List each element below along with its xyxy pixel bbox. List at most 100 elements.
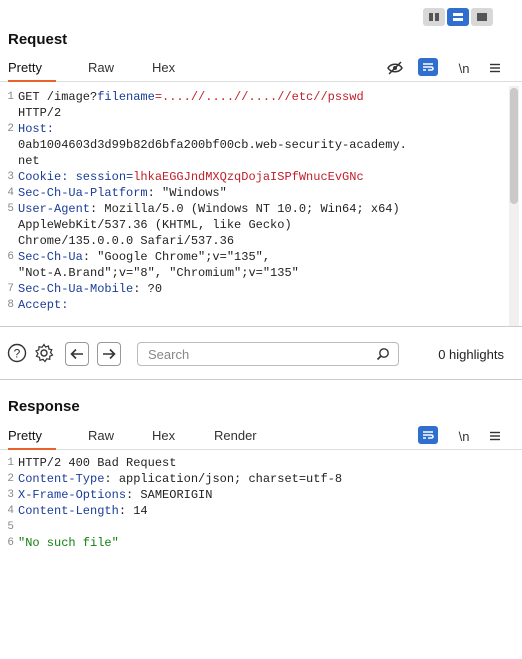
svg-text:?: ? (14, 347, 21, 361)
request-tab-bar: Pretty Raw Hex \n (0, 58, 522, 82)
newline-toggle[interactable]: \n (455, 426, 473, 446)
columns-layout-icon[interactable] (423, 8, 445, 26)
code-line: 5 (0, 519, 522, 535)
word-wrap-icon[interactable] (418, 58, 438, 76)
code-token: GET /image? (18, 90, 98, 104)
line-number (0, 217, 18, 233)
code-token: Cookie: session= (18, 170, 134, 184)
line-number (0, 137, 18, 153)
code-line: "Not-A.Brand";v="8", "Chromium";v="135" (0, 265, 522, 281)
code-token: Chrome/135.0.0.0 Safari/537.36 (18, 234, 235, 248)
response-tab-render[interactable]: Render (214, 426, 257, 450)
line-content: "No such file" (18, 535, 522, 551)
code-token: Sec-Ch-Ua (18, 250, 83, 264)
line-content: Chrome/135.0.0.0 Safari/537.36 (18, 233, 522, 249)
line-content: HTTP/2 400 Bad Request (18, 455, 522, 471)
line-content: Content-Type: application/json; charset=… (18, 471, 522, 487)
line-number: 5 (7, 521, 14, 533)
newline-toggle[interactable]: \n (455, 58, 473, 78)
line-content: 0ab1004603d3d99b82d6bfa200bf00cb.web-sec… (18, 137, 522, 153)
request-tab-hex[interactable]: Hex (152, 58, 175, 82)
layout-toggle (423, 8, 493, 26)
line-content: Sec-Ch-Ua-Platform: "Windows" (18, 185, 522, 201)
line-number: 4 (7, 505, 14, 517)
code-line: 2 Content-Type: application/json; charset… (0, 471, 522, 487)
line-content: HTTP/2 (18, 105, 522, 121)
code-line: 3 Cookie: session=lhkaEGGJndMXQzqDojaISPf… (0, 169, 522, 185)
line-number: 8 (7, 299, 14, 311)
code-line: 6 "No such file" (0, 535, 522, 551)
line-content: Cookie: session=lhkaEGGJndMXQzqDojaISPfW… (18, 169, 522, 185)
request-editor[interactable]: 1 GET /image?filename=....//....//....//e… (0, 89, 522, 326)
line-content: Sec-Ch-Ua: "Google Chrome";v="135", (18, 249, 522, 265)
request-tab-pretty[interactable]: Pretty (8, 58, 56, 82)
code-line: 6 Sec-Ch-Ua: "Google Chrome";v="135", (0, 249, 522, 265)
code-token: Sec-Ch-Ua-Platform (18, 186, 148, 200)
code-token: "Not-A.Brand";v="8", "Chromium";v="135" (18, 266, 299, 280)
code-token: : "Windows" (147, 186, 227, 200)
search-box (137, 342, 399, 366)
search-input[interactable] (138, 343, 358, 365)
code-line: 8 Accept: (0, 297, 522, 313)
code-token: =....//....//....//etc//psswd (154, 90, 364, 104)
back-arrow-icon[interactable] (65, 342, 89, 366)
request-title: Request (8, 31, 68, 48)
code-line: 4 Content-Length: 14 (0, 503, 522, 519)
line-number: 6 (7, 251, 14, 263)
code-line: 7 Sec-Ch-Ua-Mobile: ?0 (0, 281, 522, 297)
code-token: Content-Length (18, 504, 119, 518)
request-scrollbar[interactable] (509, 86, 519, 326)
single-panel-icon[interactable] (471, 8, 493, 26)
highlights-count: 0 highlights (438, 347, 504, 362)
code-token: X-Frame-Options (18, 488, 127, 502)
code-token: HTTP/2 (18, 106, 62, 120)
line-number: 3 (7, 489, 14, 501)
line-number: 5 (7, 203, 14, 215)
word-wrap-icon[interactable] (418, 426, 438, 444)
code-token: : application/json; charset=utf-8 (104, 472, 343, 486)
search-bar: ? 0 highlights (0, 326, 522, 380)
line-number (0, 265, 18, 281)
code-line: 1 GET /image?filename=....//....//....//e… (0, 89, 522, 105)
code-token: : SAMEORIGIN (126, 488, 213, 502)
code-line: 3 X-Frame-Options: SAMEORIGIN (0, 487, 522, 503)
code-line: 1 HTTP/2 400 Bad Request (0, 455, 522, 471)
response-tab-hex[interactable]: Hex (152, 426, 175, 450)
code-token: lhkaEGGJndMXQzqDojaISPfWnucEvGNc (133, 170, 364, 184)
code-line: HTTP/2 (0, 105, 522, 121)
settings-gear-icon[interactable] (33, 342, 55, 364)
code-line: 0ab1004603d3d99b82d6bfa200bf00cb.web-sec… (0, 137, 522, 153)
code-token: Host: (18, 122, 55, 136)
forward-arrow-icon[interactable] (97, 342, 121, 366)
code-token: net (18, 154, 40, 168)
line-content: Sec-Ch-Ua-Mobile: ?0 (18, 281, 522, 297)
code-line: 5 User-Agent: Mozilla/5.0 (Windows NT 10.… (0, 201, 522, 217)
code-line: 2 Host: (0, 121, 522, 137)
code-token: : Mozilla/5.0 (Windows NT 10.0; Win64; x… (90, 202, 400, 216)
code-line: Chrome/135.0.0.0 Safari/537.36 (0, 233, 522, 249)
response-title: Response (8, 398, 80, 415)
menu-icon[interactable] (487, 58, 503, 78)
line-content: X-Frame-Options: SAMEORIGIN (18, 487, 522, 503)
menu-icon[interactable] (487, 426, 503, 446)
code-token: AppleWebKit/537.36 (KHTML, like Gecko) (18, 218, 292, 232)
code-token: : "Google Chrome";v="135", (82, 250, 271, 264)
code-token: : 14 (118, 504, 148, 518)
line-number (0, 233, 18, 249)
response-tab-raw[interactable]: Raw (88, 426, 114, 450)
line-content: Content-Length: 14 (18, 503, 522, 519)
line-number: 7 (7, 283, 14, 295)
rows-layout-icon[interactable] (447, 8, 469, 26)
line-number: 2 (7, 123, 14, 135)
code-token: HTTP/2 400 Bad Request (18, 456, 177, 470)
search-icon[interactable] (376, 347, 390, 366)
hide-nonprintable-icon[interactable] (386, 58, 404, 78)
code-token: "No such file" (18, 536, 119, 550)
code-token: Accept: (18, 298, 69, 312)
request-scroll-thumb[interactable] (510, 88, 518, 204)
response-tab-pretty[interactable]: Pretty (8, 426, 56, 450)
request-tab-raw[interactable]: Raw (88, 58, 114, 82)
code-token: Content-Type (18, 472, 105, 486)
response-editor[interactable]: 1 HTTP/2 400 Bad Request 2 Content-Type: ap… (0, 455, 522, 655)
help-icon[interactable]: ? (6, 342, 28, 364)
